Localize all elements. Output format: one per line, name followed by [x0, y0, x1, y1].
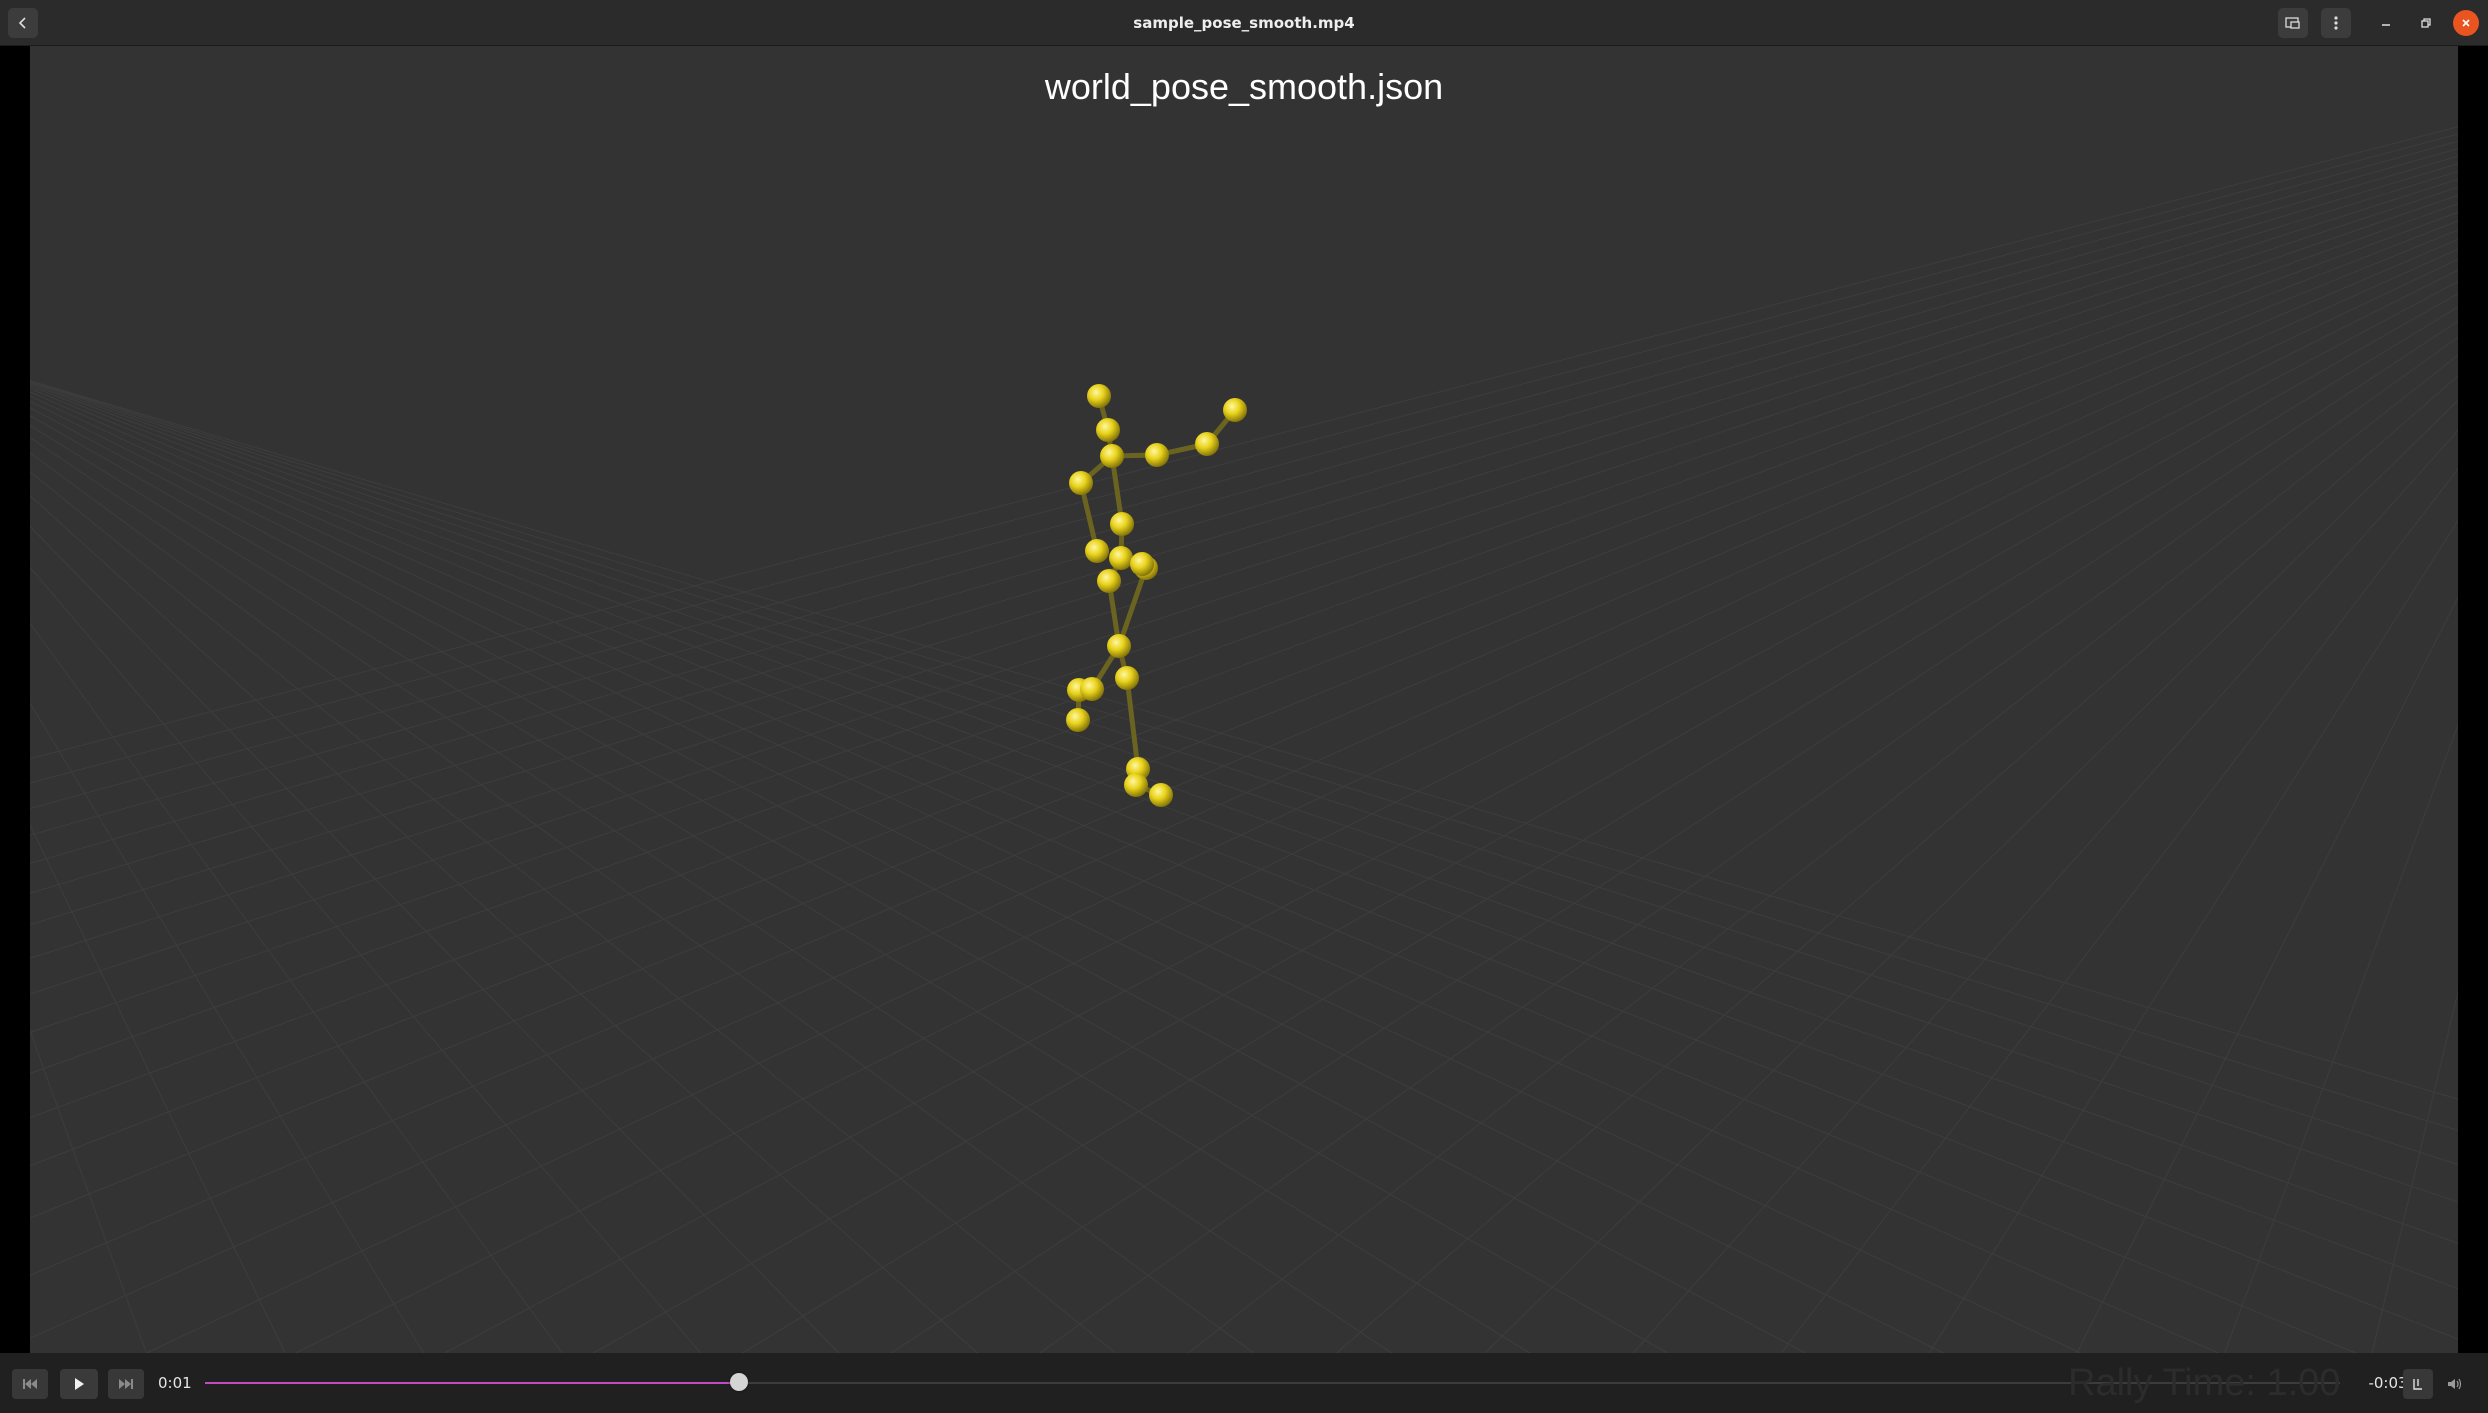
chevron-left-icon — [18, 17, 26, 29]
grid-line — [30, 566, 702, 1353]
seek-bar[interactable] — [205, 1373, 2340, 1391]
grid-line — [30, 211, 2458, 1119]
subtitles-button[interactable] — [2403, 1369, 2433, 1399]
skeleton-joint — [1223, 398, 1247, 422]
grid-line — [30, 415, 1669, 1353]
skeleton-joint — [1109, 546, 1133, 570]
skeleton-joint — [1087, 384, 1111, 408]
pose-scene — [30, 126, 2458, 1353]
grid-line — [30, 823, 286, 1353]
skeleton-joint — [1069, 471, 1093, 495]
subtitles-icon — [2413, 1379, 2422, 1390]
skeleton-joint — [1110, 512, 1134, 536]
grid-line — [30, 437, 1393, 1353]
grid-line — [2224, 723, 2458, 1353]
skeleton-joint — [1096, 418, 1120, 442]
menu-button[interactable] — [2321, 8, 2351, 38]
grid-line — [30, 194, 2458, 1033]
elapsed-time: 0:01 — [158, 1374, 192, 1392]
grid-line — [30, 380, 2458, 1166]
grid-line — [30, 140, 2458, 809]
scene-title: world_pose_smooth.json — [1044, 66, 1444, 107]
grid-line — [30, 381, 2458, 1244]
skeleton-bone — [1116, 565, 1149, 649]
grid-line — [30, 203, 2458, 1074]
grid-line — [30, 387, 2358, 1353]
grid-line — [30, 1029, 147, 1353]
grid-line — [1335, 375, 2458, 1353]
grid-line — [30, 470, 1117, 1353]
grid-line — [30, 155, 2458, 864]
skeleton-joint — [1100, 444, 1124, 468]
close-button[interactable] — [2453, 10, 2479, 36]
grid-line — [30, 380, 2458, 1100]
floor-grid — [30, 126, 2458, 1353]
skeleton-joint — [1195, 432, 1219, 456]
grid-line — [30, 702, 425, 1353]
seek-progress — [205, 1382, 739, 1384]
skeleton-bone — [1124, 675, 1141, 772]
grid-line — [30, 148, 2458, 836]
skip-forward-button[interactable] — [108, 1369, 144, 1399]
picture-in-picture-button[interactable] — [2278, 8, 2308, 38]
skeleton-joint — [1115, 666, 1139, 690]
playback-controls: 0:01 Rally Time: 1.00 -0:03 — [0, 1353, 2488, 1413]
grid-line — [1484, 399, 2458, 1353]
seek-handle[interactable] — [729, 1373, 748, 1391]
restore-button[interactable] — [2413, 10, 2439, 36]
play-button[interactable] — [60, 1369, 98, 1399]
grid-line — [2371, 989, 2458, 1353]
picture-in-picture-icon — [2285, 17, 2300, 29]
video-area[interactable]: world_pose_smooth.json — [0, 46, 2488, 1353]
skeleton-joint — [1107, 634, 1131, 658]
skeleton-joint — [1097, 569, 1121, 593]
restore-icon — [2421, 18, 2431, 28]
grid-line — [30, 170, 2458, 926]
window-title: sample_pose_smooth.mp4 — [1133, 14, 1355, 32]
back-button[interactable] — [8, 8, 38, 38]
grid-line — [30, 385, 2458, 1340]
grid-line — [1632, 429, 2458, 1353]
skip-next-icon — [119, 1379, 133, 1389]
grid-line — [30, 380, 2458, 1131]
grid-line — [30, 494, 979, 1353]
kebab-menu-icon — [2334, 16, 2338, 30]
volume-icon — [2448, 1378, 2462, 1390]
skeleton-joint — [1149, 783, 1173, 807]
volume-button[interactable] — [2440, 1369, 2470, 1399]
skip-back-button[interactable] — [12, 1369, 48, 1399]
skip-previous-icon — [23, 1379, 37, 1389]
skeleton-joint — [1145, 443, 1169, 467]
grid-line — [30, 391, 2220, 1353]
skeleton-joint — [1080, 677, 1104, 701]
grid-line — [443, 280, 2458, 1353]
grid-line — [30, 186, 2458, 995]
grid-line — [30, 525, 840, 1353]
skeleton-joint — [1124, 773, 1148, 797]
skeleton-joints — [1066, 384, 1247, 807]
skeleton-joint — [1066, 708, 1090, 732]
minimize-button[interactable] — [2373, 10, 2399, 36]
grid-line — [1187, 354, 2458, 1353]
grid-line — [30, 407, 1807, 1353]
grid-line — [890, 320, 2458, 1353]
grid-line — [30, 380, 2458, 1203]
skeleton-joint — [1130, 552, 1154, 576]
grid-line — [30, 452, 1255, 1353]
title-bar: sample_pose_smooth.mp4 — [0, 0, 2488, 46]
skeleton-joint — [1085, 539, 1109, 563]
grid-line — [30, 424, 1531, 1353]
video-frame: world_pose_smooth.json — [30, 46, 2458, 1353]
grid-line — [1780, 467, 2458, 1353]
grid-line — [2076, 596, 2458, 1353]
minimize-icon — [2382, 24, 2390, 26]
close-icon — [2462, 19, 2470, 27]
play-icon — [75, 1378, 84, 1390]
